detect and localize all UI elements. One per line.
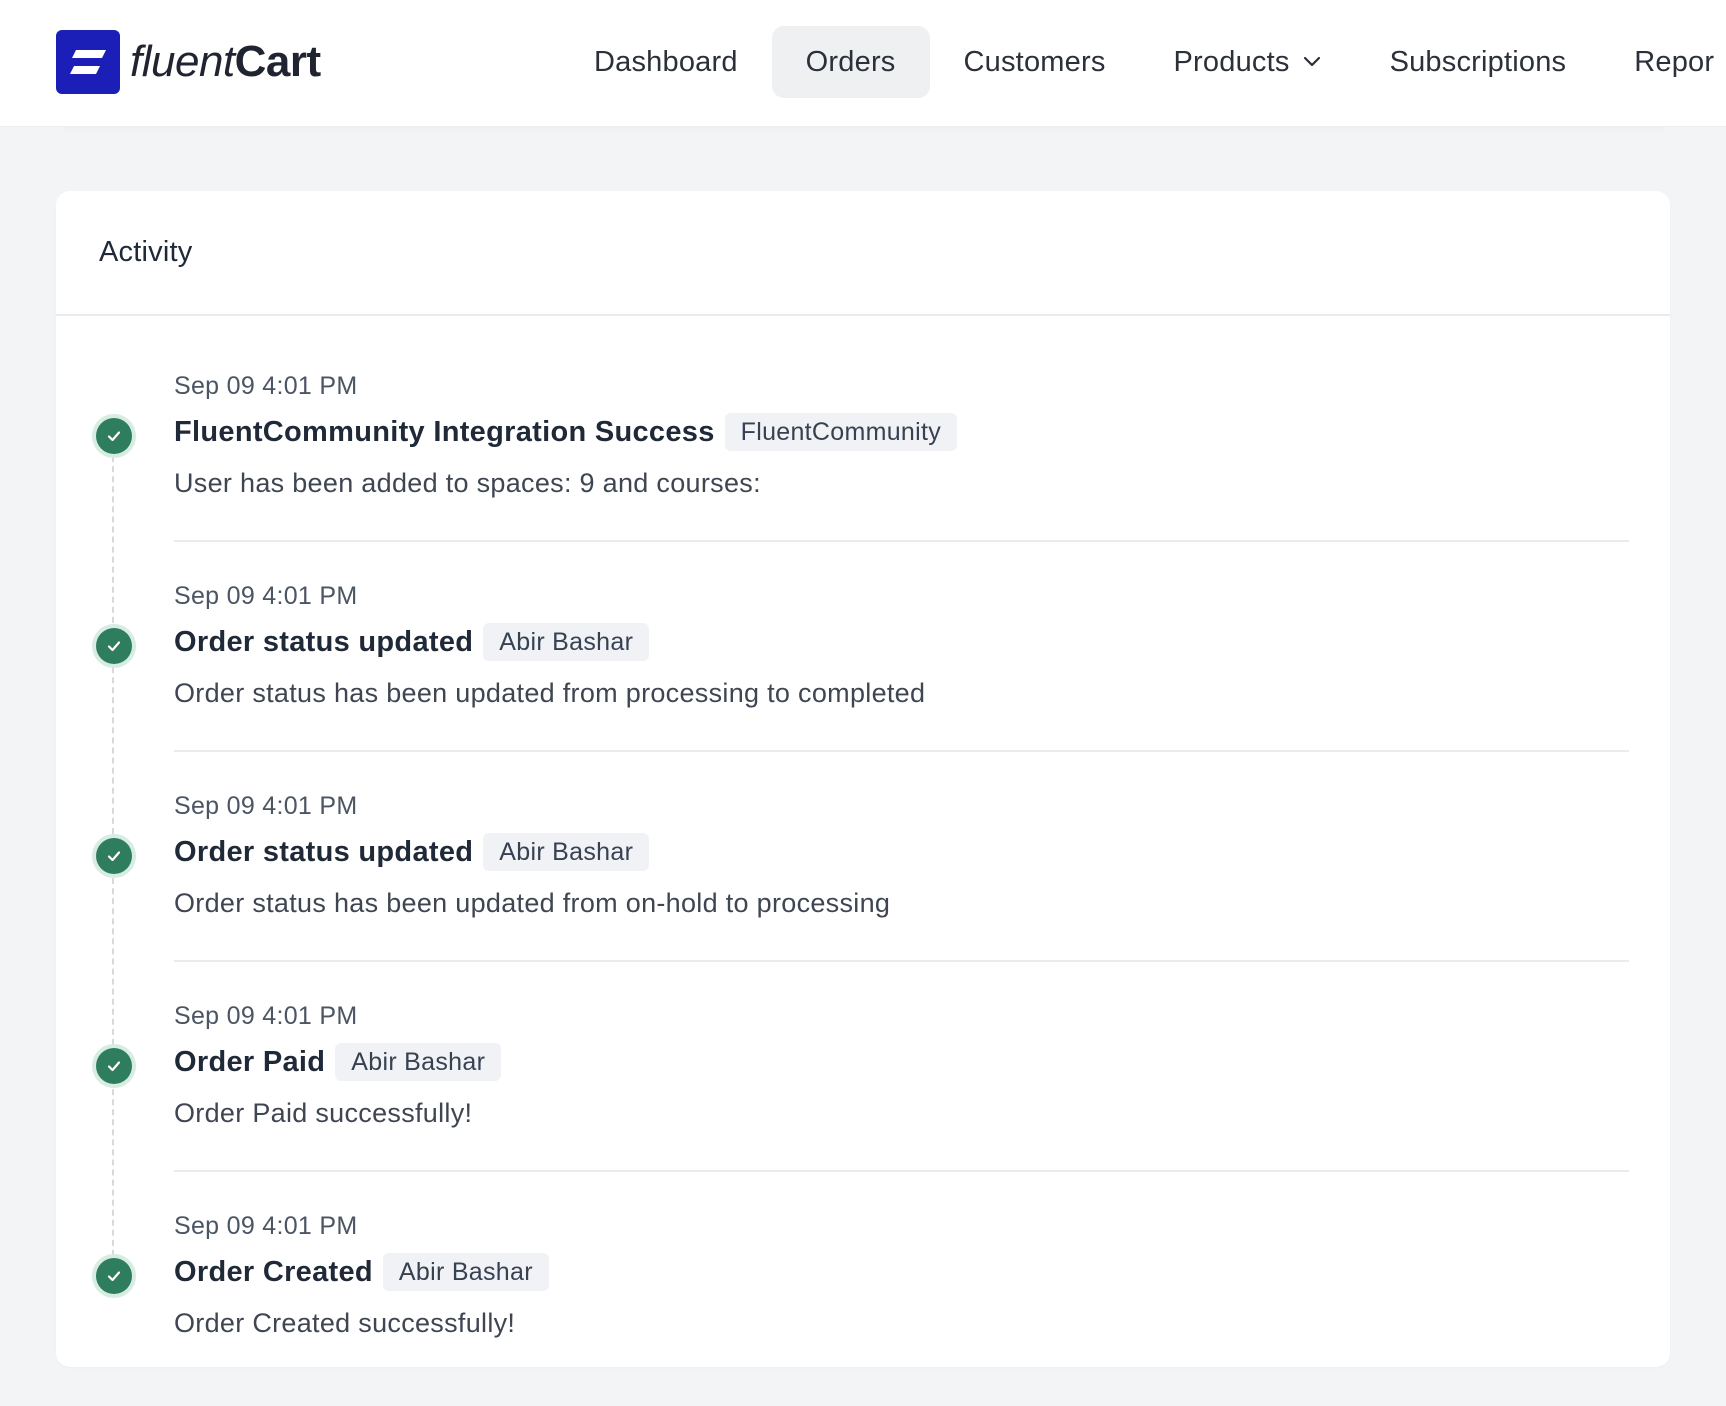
entry-source-tag: Abir Bashar <box>483 623 650 661</box>
nav-item-products[interactable]: Products <box>1140 26 1356 98</box>
activity-title: Activity <box>99 236 193 268</box>
nav-item-dashboard[interactable]: Dashboard <box>560 26 772 98</box>
entry-description: Order status has been updated from on-ho… <box>174 888 891 918</box>
entry-title-row: FluentCommunity Integration Success Flue… <box>174 412 958 452</box>
check-circle-icon <box>96 418 132 454</box>
entry-title: Order Paid <box>174 1045 326 1078</box>
entry-timestamp: Sep 09 4:01 PM <box>174 582 358 610</box>
entry-description: Order Created successfully! <box>174 1308 516 1338</box>
entry-timestamp: Sep 09 4:01 PM <box>174 372 358 400</box>
nav-item-label: Dashboard <box>594 45 738 78</box>
activity-entry: Sep 09 4:01 PM Order status updated Abir… <box>96 542 1629 752</box>
main-nav: Dashboard Orders Customers Products Subs… <box>560 26 1726 98</box>
nav-item-label: Subscriptions <box>1389 45 1567 78</box>
chevron-down-icon <box>1302 55 1322 69</box>
activity-timeline: Sep 09 4:01 PM FluentCommunity Integrati… <box>56 316 1670 1382</box>
entry-title: Order status updated <box>174 835 474 868</box>
entry-source-tag: FluentCommunity <box>724 413 958 451</box>
entry-title-row: Order Paid Abir Bashar <box>174 1042 502 1082</box>
brand[interactable]: fluentCart <box>56 30 321 94</box>
activity-entry: Sep 09 4:01 PM FluentCommunity Integrati… <box>96 332 1629 542</box>
entry-source-tag: Abir Bashar <box>483 833 650 871</box>
entry-timestamp: Sep 09 4:01 PM <box>174 1212 358 1240</box>
entry-title: Order Created <box>174 1255 373 1288</box>
activity-card-header: Activity <box>56 191 1670 316</box>
entry-title-row: Order status updated Abir Bashar <box>174 832 650 872</box>
scroll-shadow <box>64 126 1664 134</box>
check-circle-icon <box>96 628 132 664</box>
brand-name: fluentCart <box>130 40 321 84</box>
nav-item-customers[interactable]: Customers <box>930 26 1140 98</box>
check-circle-icon <box>96 1048 132 1084</box>
entry-title: FluentCommunity Integration Success <box>174 415 715 448</box>
entry-timestamp: Sep 09 4:01 PM <box>174 1002 358 1030</box>
activity-card: Activity Sep 09 4:01 PM FluentCommunity … <box>56 191 1670 1367</box>
nav-item-orders[interactable]: Orders <box>771 26 930 98</box>
fluentcart-logo-icon <box>56 30 120 94</box>
entry-title: Order status updated <box>174 625 474 658</box>
entry-timestamp: Sep 09 4:01 PM <box>174 792 358 820</box>
nav-item-label: Customers <box>963 45 1106 78</box>
check-circle-icon <box>96 838 132 874</box>
activity-entry: Sep 09 4:01 PM Order Created Abir Bashar… <box>96 1172 1629 1382</box>
entry-title-row: Order status updated Abir Bashar <box>174 622 650 662</box>
activity-entry: Sep 09 4:01 PM Order status updated Abir… <box>96 752 1629 962</box>
brand-name-bold: Cart <box>234 37 322 86</box>
nav-item-label: Repor <box>1634 45 1715 78</box>
nav-item-label: Orders <box>805 45 896 78</box>
activity-entry: Sep 09 4:01 PM Order Paid Abir Bashar Or… <box>96 962 1629 1172</box>
nav-item-label: Products <box>1173 45 1290 78</box>
brand-name-light: fluent <box>130 37 235 86</box>
entry-source-tag: Abir Bashar <box>382 1253 549 1291</box>
entry-title-row: Order Created Abir Bashar <box>174 1252 549 1292</box>
entry-description: Order Paid successfully! <box>174 1098 473 1128</box>
entry-source-tag: Abir Bashar <box>335 1043 502 1081</box>
top-navigation-bar: fluentCart Dashboard Orders Customers Pr… <box>0 0 1726 126</box>
nav-item-subscriptions[interactable]: Subscriptions <box>1356 26 1601 98</box>
entry-description: Order status has been updated from proce… <box>174 678 926 708</box>
nav-item-reports[interactable]: Repor <box>1600 26 1726 98</box>
entry-description: User has been added to spaces: 9 and cou… <box>174 468 761 498</box>
check-circle-icon <box>96 1258 132 1294</box>
